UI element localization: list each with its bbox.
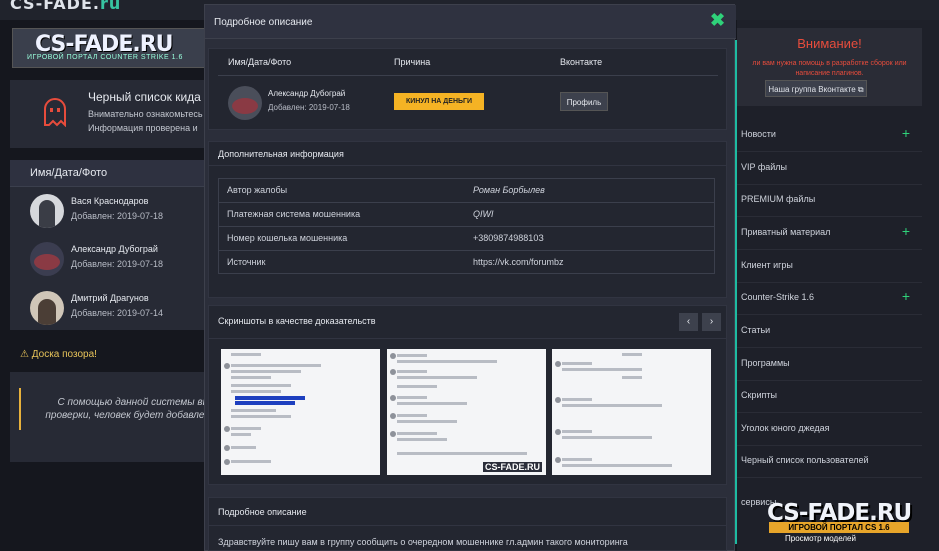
list-item-date: Добавлен: 2019-07-18 (71, 259, 163, 269)
expand-plus-icon[interactable]: + (902, 223, 910, 239)
evidence-screenshot[interactable] (552, 349, 711, 475)
list-item[interactable]: Дмитрий Драгунов Добавлен: 2019-07-14 (10, 285, 210, 333)
table-row: Источник https://vk.com/forumbz (227, 257, 564, 267)
col-header-reason: Причина (394, 57, 431, 67)
profile-button[interactable]: Профиль (560, 92, 608, 111)
site-logo-subtitle: ИГРОВОЙ ПОРТАЛ COUNTER STRIKE 1.6 (27, 54, 183, 61)
modal-title: Подробное описание (214, 17, 313, 28)
info-table: Автор жалобы Роман Борбылев Платежная сис… (218, 178, 715, 274)
bottom-logo[interactable]: CS-FADE.RU ИГРОВОЙ ПОРТАЛ CS 1.6 Просмот… (767, 498, 917, 548)
alert-text: ли вам нужна помощь в разработке сборок … (752, 60, 907, 77)
sidebar-item-news[interactable]: Новости + (737, 120, 922, 152)
sidebar-item-client[interactable]: Клиент игры (737, 251, 922, 283)
sidebar-item-programs[interactable]: Программы (737, 349, 922, 381)
divider (218, 75, 718, 76)
sidebar-item-jedi[interactable]: Уголок юного джедая (737, 414, 922, 446)
person-date: Добавлен: 2019-07-18 (268, 103, 350, 112)
prev-arrow-button[interactable]: ‹ (679, 313, 698, 331)
description-title: Подробное описание (218, 507, 307, 517)
list-item-name: Вася Краснодаров (71, 196, 149, 206)
models-link[interactable]: Просмотр моделей (785, 534, 856, 543)
top-logo[interactable]: CS-FADE.ru (10, 0, 121, 13)
shame-accent-bar (19, 388, 21, 430)
avatar (30, 242, 64, 276)
evidence-screenshot[interactable]: CS-FADE.RU (387, 349, 546, 475)
ghost-icon (44, 98, 66, 127)
next-arrow-button[interactable]: › (702, 313, 721, 331)
table-row: Номер кошелька мошенника +380987498810З (219, 227, 714, 251)
reason-badge: КИНУЛ НА ДЕНЬГИ (394, 93, 484, 110)
modal-header: Подробное описание ✖ (205, 5, 736, 39)
site-logo-banner[interactable]: CS-FADE.RU ИГРОВОЙ ПОРТАЛ COUNTER STRIKE… (12, 28, 210, 68)
divider (208, 165, 727, 166)
col-header-vk: Вконтакте (560, 57, 603, 67)
avatar (228, 86, 262, 120)
list-item[interactable]: Вася Краснодаров Добавлен: 2019-07-18 (10, 188, 210, 236)
vk-group-button[interactable]: Наша группа Вконтакте ⧉ (765, 80, 867, 97)
list-item[interactable]: Александр Дубограй Добавлен: 2019-07-18 (10, 236, 210, 284)
sidebar-item-blacklist[interactable]: Черный список пользователей (737, 446, 922, 478)
alert-title: Внимание! (797, 36, 862, 51)
list-item-date: Добавлен: 2019-07-18 (71, 211, 163, 221)
sidebar-item-articles[interactable]: Статьи (737, 316, 922, 348)
sidebar-item-cs16[interactable]: Counter-Strike 1.6 + (737, 283, 922, 315)
divider (208, 525, 727, 526)
list-item-date: Добавлен: 2019-07-14 (71, 308, 163, 318)
sidebar-item-vip[interactable]: VIP файлы (737, 153, 922, 185)
shame-board-title[interactable]: ⚠ Доска позора! (20, 349, 97, 360)
sidebar-item-premium[interactable]: PREMIUM файлы (737, 185, 922, 217)
table-row: Платежная система мошенника QIWI (219, 203, 714, 227)
expand-plus-icon[interactable]: + (902, 288, 910, 304)
expand-plus-icon[interactable]: + (902, 125, 910, 141)
avatar (30, 291, 64, 325)
blacklist-title: Черный список кида (88, 90, 201, 104)
avatar (30, 194, 64, 228)
divider (208, 338, 727, 339)
additional-info-title: Дополнительная информация (218, 149, 344, 159)
evidence-screenshot[interactable] (221, 349, 380, 475)
sidebar-item-private[interactable]: Приватный материал + (737, 218, 922, 250)
list-item-name: Дмитрий Драгунов (71, 293, 149, 303)
col-header-name: Имя/Дата/Фото (228, 57, 292, 67)
list-item-name: Александр Дубограй (71, 244, 158, 254)
blacklist-description: Внимательно ознакомьтесь Информация прове… (88, 109, 203, 133)
close-icon[interactable]: ✖ (710, 10, 725, 31)
description-text: Здравствуйте пишу вам в группу сообщить … (218, 537, 628, 547)
source-link[interactable]: https://vk.com/forumbz (473, 257, 564, 267)
watermark: CS-FADE.RU (483, 462, 543, 472)
shame-board-text: С помощью данной системы вы проверки, чел… (45, 397, 210, 421)
blacklist-list-header: Имя/Дата/Фото (10, 160, 210, 187)
person-name: Александр Дубограй (268, 89, 346, 98)
sidebar-item-scripts[interactable]: Скрипты (737, 381, 922, 413)
table-row: Автор жалобы Роман Борбылев (219, 179, 714, 203)
screenshots-title: Скриншоты в качестве доказательств (218, 316, 376, 326)
